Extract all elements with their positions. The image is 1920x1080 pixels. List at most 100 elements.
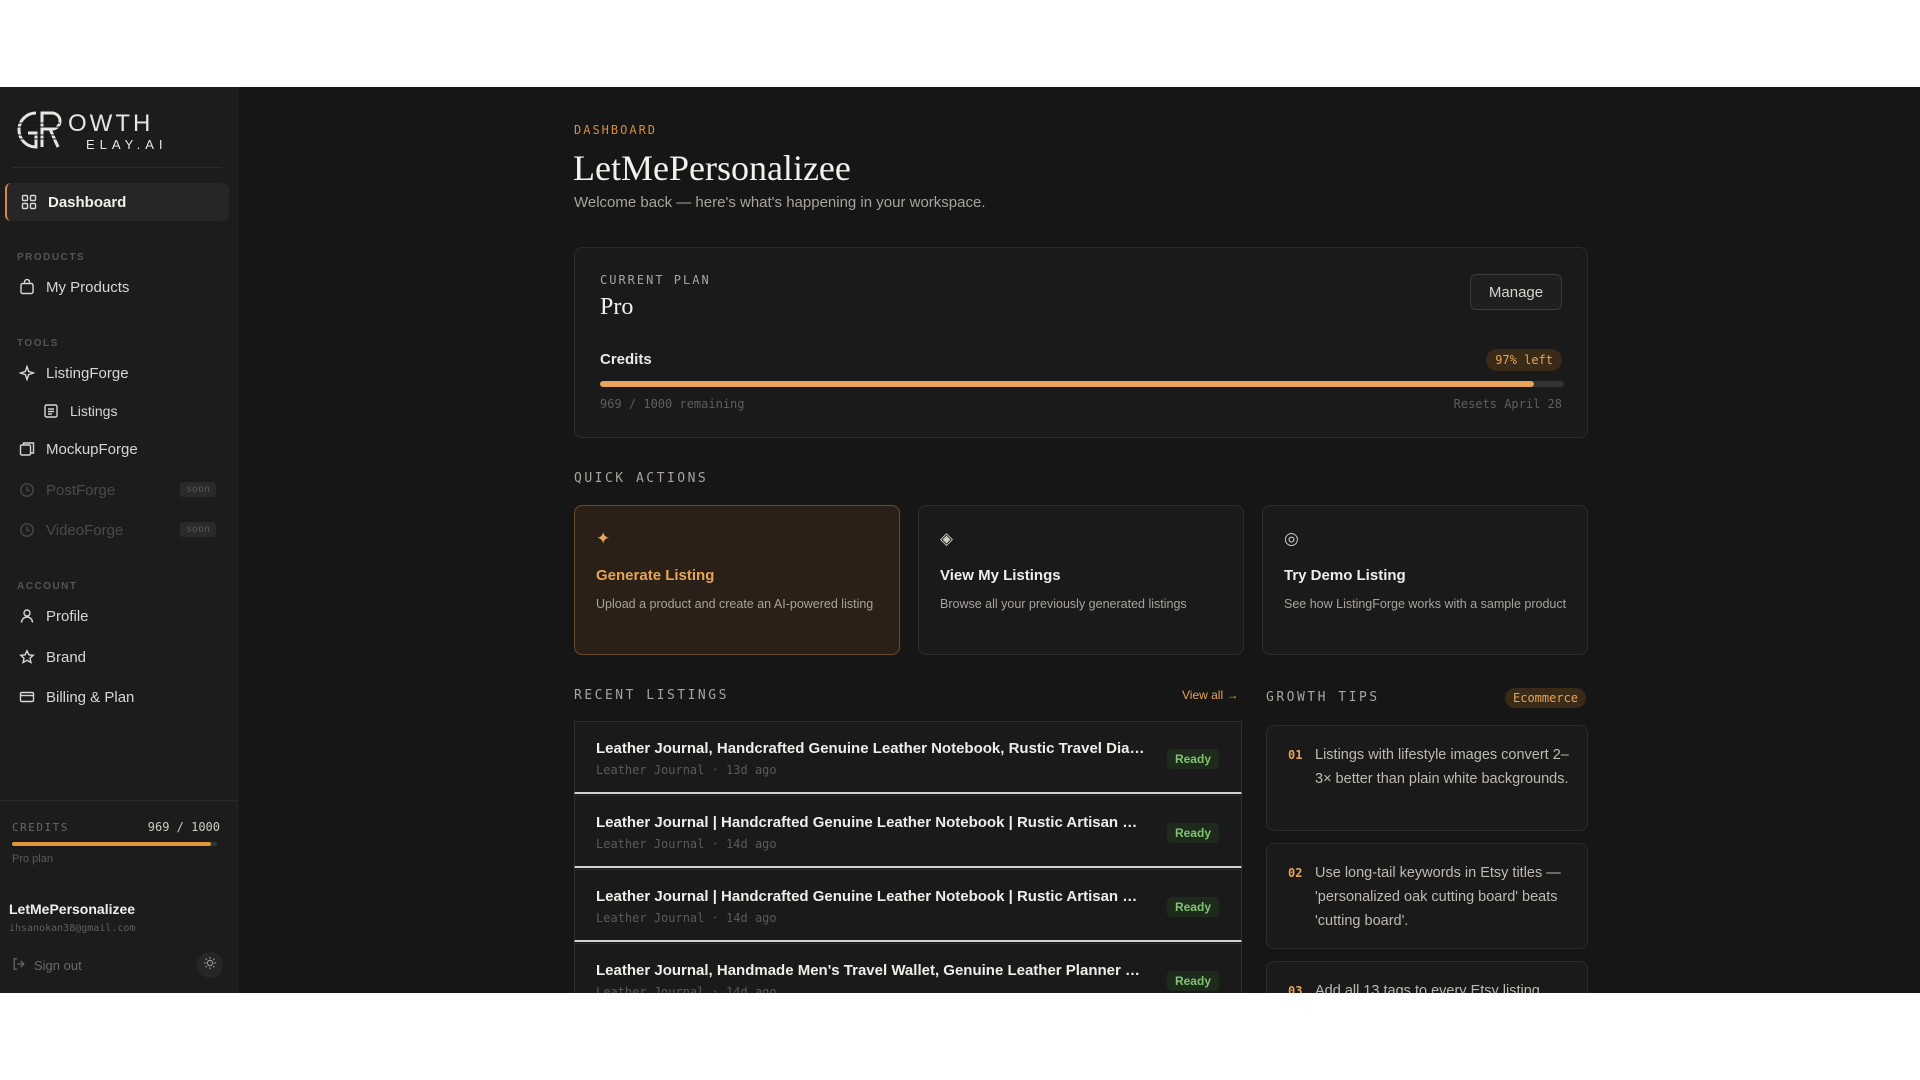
sidebar-item-listingforge[interactable]: ListingForge bbox=[5, 354, 229, 392]
manage-plan-button[interactable]: Manage bbox=[1470, 274, 1562, 310]
quick-action-description: Browse all your previously generated lis… bbox=[940, 597, 1187, 611]
app-window: OWTH ELAY.AI Dashboard PRODUCTS My Produ… bbox=[0, 87, 1920, 993]
tip-card: 02 Use long-tail keywords in Etsy titles… bbox=[1266, 843, 1588, 949]
sign-out-label: Sign out bbox=[34, 958, 82, 973]
sparkle-icon: ✦ bbox=[596, 529, 611, 548]
status-badge: Ready bbox=[1166, 971, 1219, 991]
generate-listing-card[interactable]: ✦ Generate Listing Upload a product and … bbox=[574, 505, 900, 655]
credits-progress-fill bbox=[600, 381, 1535, 387]
quick-action-description: See how ListingForge works with a sample… bbox=[1284, 597, 1567, 611]
sign-out-button[interactable]: Sign out bbox=[12, 957, 82, 974]
tip-number: 02 bbox=[1288, 866, 1303, 880]
view-all-link[interactable]: View all → bbox=[1182, 688, 1238, 702]
tip-number: 01 bbox=[1288, 748, 1303, 762]
list-item[interactable]: Leather Journal, Handcrafted Genuine Lea… bbox=[574, 721, 1242, 794]
credit-card-icon bbox=[19, 689, 35, 705]
sidebar-credits-label: CREDITS bbox=[12, 821, 69, 834]
quick-action-title: Try Demo Listing bbox=[1284, 567, 1406, 584]
section-label-tools: TOOLS bbox=[17, 338, 59, 349]
soon-badge: soon bbox=[179, 482, 216, 497]
breadcrumb: DASHBOARD bbox=[574, 123, 658, 137]
user-name: LetMePersonalizee bbox=[9, 901, 136, 917]
listing-meta: Leather Journal · 14d ago bbox=[596, 985, 777, 993]
star-icon bbox=[19, 649, 35, 665]
quick-action-title: View My Listings bbox=[940, 567, 1061, 584]
list-item[interactable]: Leather Journal, Handmade Men's Travel W… bbox=[574, 943, 1242, 993]
growth-tips-heading: GROWTH TIPS bbox=[1266, 690, 1380, 705]
tip-card: 03 Add all 13 tags to every Etsy listing bbox=[1266, 961, 1588, 993]
listing-meta: Leather Journal · 14d ago bbox=[596, 837, 777, 851]
credits-reset-date: Resets April 28 bbox=[1453, 397, 1562, 411]
user-icon bbox=[19, 608, 35, 624]
sidebar-item-listings[interactable]: Listings bbox=[5, 392, 229, 430]
soon-badge: soon bbox=[179, 522, 216, 537]
bag-icon bbox=[19, 279, 35, 295]
target-icon: ◎ bbox=[1284, 529, 1299, 548]
page-subtitle: Welcome back — here's what's happening i… bbox=[574, 194, 986, 211]
list-icon bbox=[43, 403, 59, 419]
diamond-icon: ◈ bbox=[940, 529, 954, 548]
sun-icon bbox=[203, 956, 217, 975]
listing-meta: Leather Journal · 13d ago bbox=[596, 763, 777, 777]
view-my-listings-card[interactable]: ◈ View My Listings Browse all your previ… bbox=[918, 505, 1244, 655]
sidebar-item-dashboard[interactable]: Dashboard bbox=[5, 183, 229, 221]
brand-logo[interactable]: OWTH ELAY.AI bbox=[12, 105, 192, 155]
recent-listings-list: Leather Journal, Handcrafted Genuine Lea… bbox=[574, 721, 1242, 993]
current-plan-card: CURRENT PLAN Pro Manage Credits 97% left… bbox=[574, 247, 1588, 438]
credits-progress-bar bbox=[600, 381, 1564, 387]
sidebar-item-label: Billing & Plan bbox=[46, 688, 135, 706]
listing-title: Leather Journal | Handcrafted Genuine Le… bbox=[596, 814, 1146, 831]
clock-icon bbox=[19, 482, 35, 498]
plan-name: Pro bbox=[600, 294, 634, 320]
list-item[interactable]: Leather Journal | Handcrafted Genuine Le… bbox=[574, 869, 1242, 942]
list-item[interactable]: Leather Journal | Handcrafted Genuine Le… bbox=[574, 795, 1242, 868]
listing-title: Leather Journal, Handcrafted Genuine Lea… bbox=[596, 740, 1146, 757]
current-plan-label: CURRENT PLAN bbox=[600, 273, 711, 287]
sidebar-item-label: Brand bbox=[46, 648, 87, 666]
status-badge: Ready bbox=[1166, 897, 1219, 917]
status-badge: Ready bbox=[1166, 823, 1219, 843]
sidebar-credits-fill bbox=[12, 842, 211, 846]
sidebar-item-label: ListingForge bbox=[46, 364, 129, 382]
credits-divider bbox=[0, 800, 238, 801]
sidebar-item-label: MockupForge bbox=[46, 440, 138, 458]
quick-actions-heading: QUICK ACTIONS bbox=[574, 471, 709, 486]
theme-toggle-button[interactable] bbox=[197, 952, 223, 978]
sidebar-credits-progress bbox=[12, 842, 217, 846]
svg-text:ELAY.AI: ELAY.AI bbox=[86, 137, 168, 152]
listing-title: Leather Journal | Handcrafted Genuine Le… bbox=[596, 888, 1146, 905]
sparkle-icon bbox=[19, 365, 35, 381]
svg-text:OWTH: OWTH bbox=[68, 110, 153, 137]
try-demo-listing-card[interactable]: ◎ Try Demo Listing See how ListingForge … bbox=[1262, 505, 1588, 655]
sidebar-credits-value: 969 / 1000 bbox=[147, 820, 220, 834]
tip-text: Listings with lifestyle images convert 2… bbox=[1315, 747, 1569, 787]
section-label-products: PRODUCTS bbox=[17, 252, 86, 263]
sidebar-item-label: My Products bbox=[46, 278, 130, 296]
credits-percent-badge: 97% left bbox=[1486, 349, 1562, 371]
status-badge: Ready bbox=[1166, 749, 1219, 769]
sidebar-item-my-products[interactable]: My Products bbox=[5, 268, 229, 306]
tip-number: 03 bbox=[1288, 984, 1303, 993]
sidebar-item-billing[interactable]: Billing & Plan bbox=[5, 678, 229, 716]
credits-remaining: 969 / 1000 remaining bbox=[600, 397, 745, 411]
user-email: ihsanokan38@gmail.com bbox=[9, 923, 136, 934]
section-label-account: ACCOUNT bbox=[17, 581, 78, 592]
quick-action-title: Generate Listing bbox=[596, 567, 715, 584]
sidebar-item-postforge: PostForge soon bbox=[5, 471, 229, 509]
sidebar-item-profile[interactable]: Profile bbox=[5, 597, 229, 635]
page-title: LetMePersonalizee bbox=[573, 148, 851, 188]
sidebar-item-brand[interactable]: Brand bbox=[5, 638, 229, 676]
sidebar-item-label: Dashboard bbox=[48, 193, 127, 211]
quick-action-description: Upload a product and create an AI-powere… bbox=[596, 597, 874, 611]
listing-meta: Leather Journal · 14d ago bbox=[596, 911, 777, 925]
tips-category-badge: Ecommerce bbox=[1505, 688, 1587, 708]
recent-listings-heading: RECENT LISTINGS bbox=[574, 688, 729, 703]
sidebar-item-mockupforge[interactable]: MockupForge bbox=[5, 430, 229, 468]
image-stack-icon bbox=[19, 441, 35, 457]
sidebar-item-label: PostForge bbox=[46, 481, 116, 499]
sidebar-item-videoforge: VideoForge soon bbox=[5, 511, 229, 549]
sidebar: OWTH ELAY.AI Dashboard PRODUCTS My Produ… bbox=[0, 87, 238, 993]
tip-card: 01 Listings with lifestyle images conver… bbox=[1266, 725, 1588, 831]
listing-title: Leather Journal, Handmade Men's Travel W… bbox=[596, 962, 1146, 979]
grid-icon bbox=[21, 194, 37, 210]
